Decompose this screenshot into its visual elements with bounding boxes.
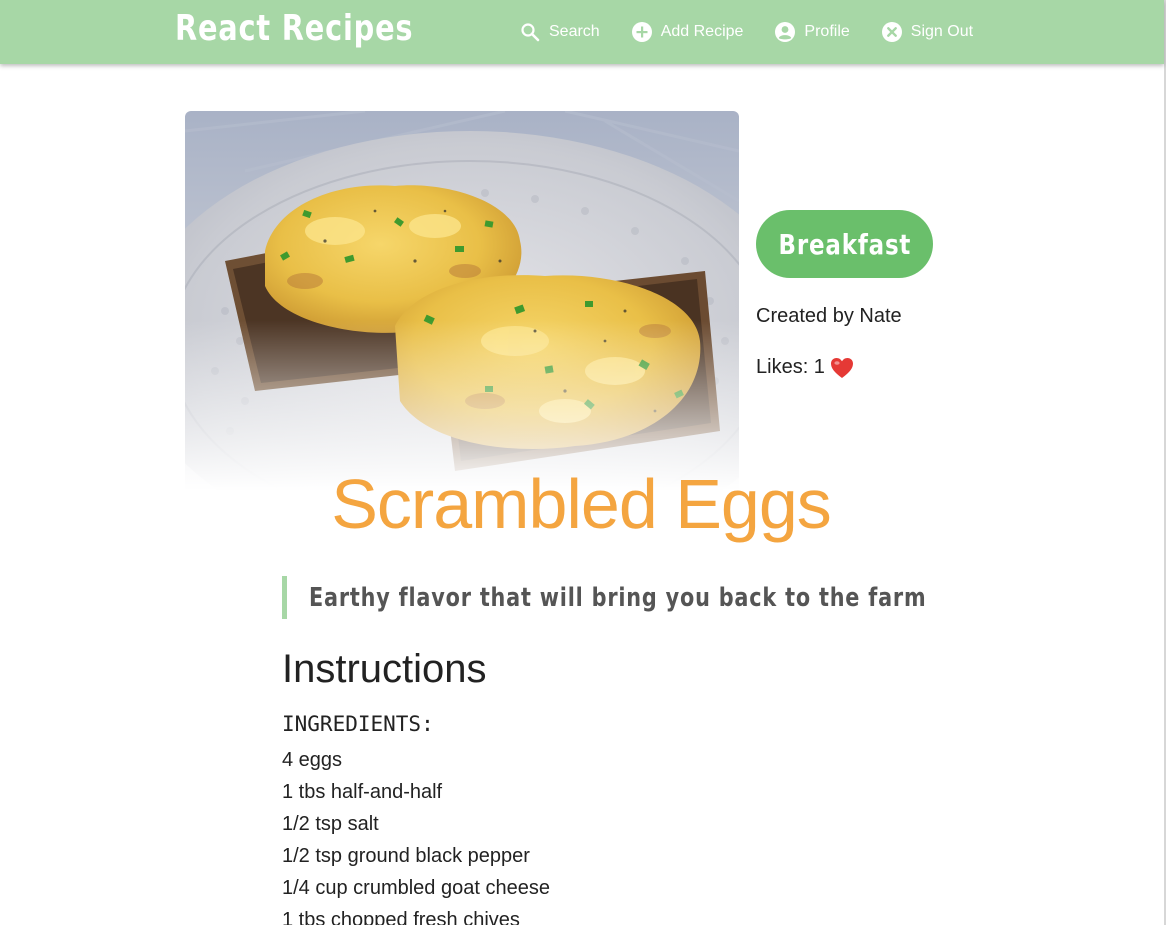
- nav-sign-out[interactable]: Sign Out: [881, 22, 974, 42]
- ingredients-label: INGREDIENTS:: [282, 712, 434, 736]
- heart-icon[interactable]: [830, 357, 854, 379]
- created-by: Created by Nate: [756, 305, 902, 327]
- ingredient-item: 1/4 cup crumbled goat cheese: [282, 877, 550, 899]
- recipe-page: React Recipes Search Add Recipe Profile …: [0, 0, 1166, 925]
- app-header: React Recipes Search Add Recipe Profile …: [0, 0, 1164, 64]
- ingredients-list: 4 eggs 1 tbs half-and-half 1/2 tsp salt …: [282, 744, 550, 925]
- search-icon: [520, 22, 540, 42]
- recipe-title: Scrambled Eggs: [331, 465, 832, 543]
- account-circle-icon: [775, 22, 796, 42]
- ingredient-item: 1 tbs chopped fresh chives: [282, 909, 520, 925]
- brand-logo[interactable]: React Recipes: [175, 8, 413, 49]
- ingredient-item: 1 tbs half-and-half: [282, 781, 443, 803]
- recipe-image: [185, 111, 739, 491]
- ingredient-item: 1/2 tsp salt: [282, 813, 379, 835]
- category-badge[interactable]: Breakfast: [756, 210, 933, 278]
- description-text: Earthy flavor that will bring you back t…: [309, 582, 927, 613]
- recipe-description: Earthy flavor that will bring you back t…: [282, 576, 1081, 619]
- category-label: Breakfast: [778, 227, 911, 261]
- cancel-circle-icon: [881, 22, 902, 42]
- nav-add-recipe-label: Add Recipe: [660, 23, 744, 40]
- likes-row: Likes: 1: [756, 356, 854, 379]
- ingredient-item: 4 eggs: [282, 749, 343, 771]
- nav-profile[interactable]: Profile: [775, 22, 850, 42]
- add-circle-icon: [631, 22, 652, 42]
- ingredient-item: 1/2 tsp ground black pepper: [282, 845, 530, 867]
- nav-search[interactable]: Search: [520, 22, 600, 42]
- nav-add-recipe[interactable]: Add Recipe: [631, 22, 744, 42]
- nav-sign-out-label: Sign Out: [910, 23, 974, 40]
- instructions-heading: Instructions: [282, 647, 487, 691]
- nav-profile-label: Profile: [804, 23, 850, 40]
- likes-count: Likes: 1: [756, 356, 825, 378]
- nav-search-label: Search: [549, 23, 600, 40]
- main-nav: Search Add Recipe Profile Sign Out: [520, 20, 1005, 44]
